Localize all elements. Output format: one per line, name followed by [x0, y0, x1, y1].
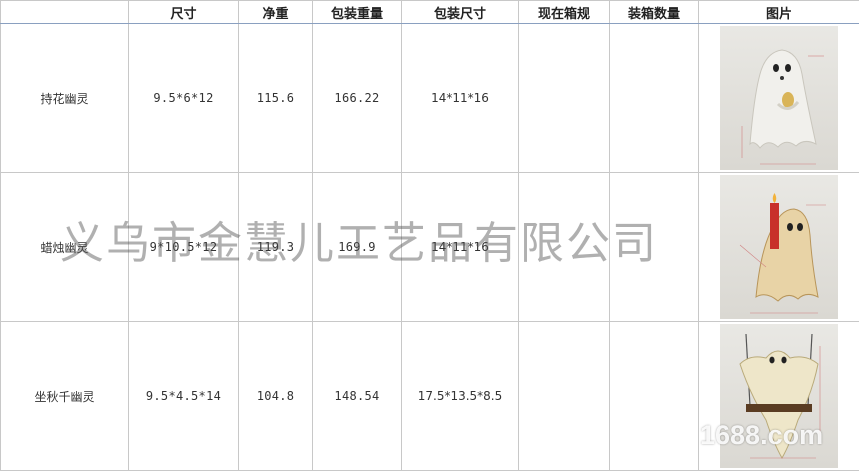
- carton-qty-cell[interactable]: [610, 173, 699, 322]
- carton-spec-cell[interactable]: [519, 24, 610, 173]
- table-row: 蜡烛幽灵 9*10.5*12 119.3 169.9 14*11*16: [1, 173, 859, 322]
- product-spec-table: 尺寸 净重 包装重量 包装尺寸 现在箱规 装箱数量 图片 持花幽灵 9.5*6*…: [0, 0, 859, 471]
- carton-spec-cell[interactable]: [519, 322, 610, 471]
- table-row: 坐秋千幽灵 9.5*4.5*14 104.8 148.54 17.5*13.5*…: [1, 322, 859, 471]
- header-net-weight[interactable]: 净重: [239, 1, 313, 24]
- picture-cell[interactable]: [699, 173, 859, 322]
- pack-size-cell[interactable]: 17.5*13.5*8.5: [402, 322, 519, 471]
- pack-size-cell[interactable]: 14*11*16: [402, 24, 519, 173]
- pack-weight-cell[interactable]: 148.54: [313, 322, 402, 471]
- header-size[interactable]: 尺寸: [129, 1, 239, 24]
- net-weight-cell[interactable]: 119.3: [239, 173, 313, 322]
- size-cell[interactable]: 9.5*6*12: [129, 24, 239, 173]
- ghost-on-swing-photo: [720, 324, 838, 468]
- header-pack-size[interactable]: 包装尺寸: [402, 1, 519, 24]
- pack-weight-cell[interactable]: 166.22: [313, 24, 402, 173]
- picture-cell[interactable]: [699, 24, 859, 173]
- product-name-cell[interactable]: 坐秋千幽灵: [1, 322, 129, 471]
- pack-size-cell[interactable]: 14*11*16: [402, 173, 519, 322]
- table-row: 持花幽灵 9.5*6*12 115.6 166.22 14*11*16: [1, 24, 859, 173]
- picture-cell[interactable]: [699, 322, 859, 471]
- header-carton-spec[interactable]: 现在箱规: [519, 1, 610, 24]
- product-name-cell[interactable]: 持花幽灵: [1, 24, 129, 173]
- carton-spec-cell[interactable]: [519, 173, 610, 322]
- size-cell[interactable]: 9*10.5*12: [129, 173, 239, 322]
- size-cell[interactable]: 9.5*4.5*14: [129, 322, 239, 471]
- carton-qty-cell[interactable]: [610, 24, 699, 173]
- ghost-with-candle-photo: [720, 175, 838, 319]
- header-picture[interactable]: 图片: [699, 1, 859, 24]
- header-cell-blank[interactable]: [1, 1, 129, 24]
- ghost-with-flower-photo: [720, 26, 838, 170]
- header-carton-qty[interactable]: 装箱数量: [610, 1, 699, 24]
- ghost-on-swing-image: [720, 324, 838, 468]
- net-weight-cell[interactable]: 115.6: [239, 24, 313, 173]
- carton-qty-cell[interactable]: [610, 322, 699, 471]
- product-name-cell[interactable]: 蜡烛幽灵: [1, 173, 129, 322]
- header-row: 尺寸 净重 包装重量 包装尺寸 现在箱规 装箱数量 图片: [1, 1, 859, 24]
- header-pack-weight[interactable]: 包装重量: [313, 1, 402, 24]
- ghost-with-flower-image: [720, 26, 838, 170]
- ghost-with-candle-image: [720, 175, 838, 319]
- pack-weight-cell[interactable]: 169.9: [313, 173, 402, 322]
- net-weight-cell[interactable]: 104.8: [239, 322, 313, 471]
